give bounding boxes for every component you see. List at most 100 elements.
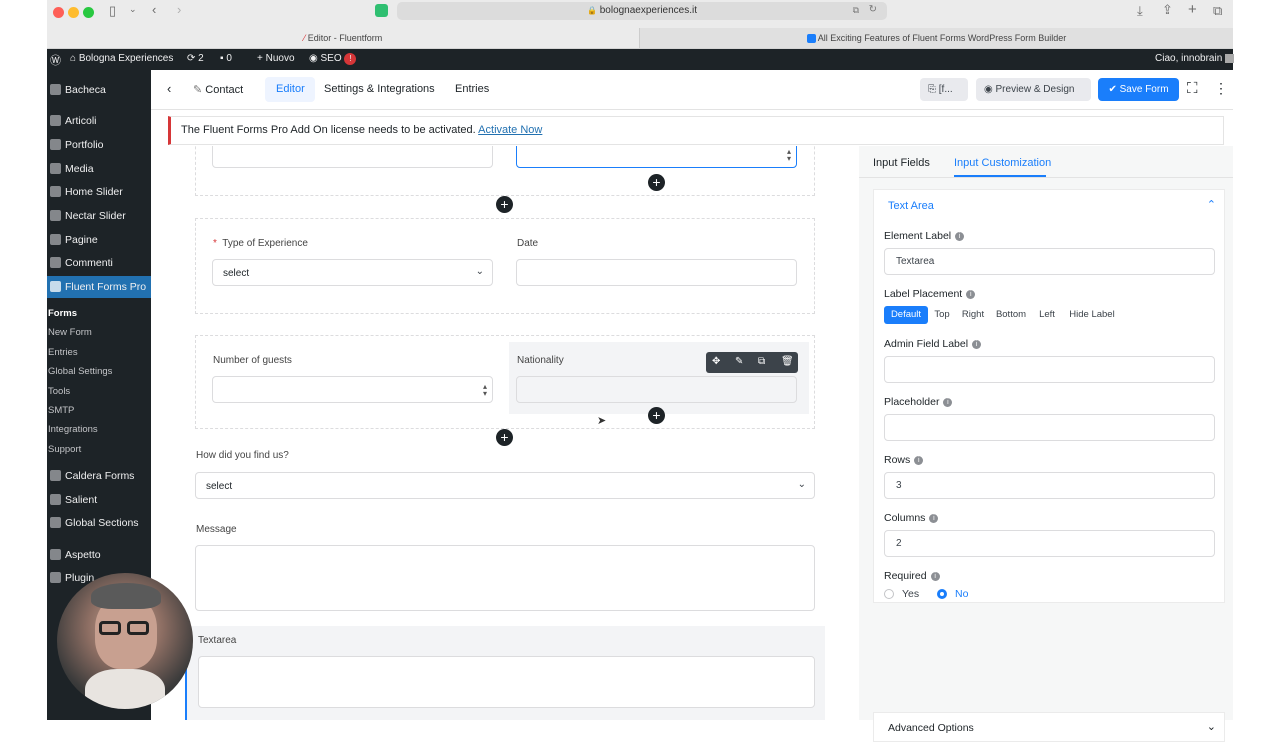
- field-label-guests: Number of guests: [213, 355, 292, 366]
- sidebar-item-pagine[interactable]: Pagine: [47, 229, 151, 251]
- placement-top[interactable]: Top: [930, 306, 954, 324]
- number-input[interactable]: ▴ ▾: [516, 146, 797, 168]
- placement-bottom[interactable]: Bottom: [992, 306, 1030, 324]
- back-icon[interactable]: ‹: [152, 2, 156, 17]
- nationality-input[interactable]: [516, 376, 797, 403]
- date-input[interactable]: [516, 259, 797, 286]
- placement-right[interactable]: Right: [958, 306, 988, 324]
- chevron-down-icon: ⌄: [475, 266, 484, 277]
- activate-now-link[interactable]: Activate Now: [478, 124, 542, 136]
- sidebar-item-nectar-slider[interactable]: Nectar Slider: [47, 205, 151, 227]
- pin-icon: [50, 115, 61, 126]
- columns-input[interactable]: 2: [884, 530, 1215, 557]
- save-form-button[interactable]: ✔ Save Form: [1098, 78, 1179, 101]
- forward-icon[interactable]: ›: [177, 2, 181, 17]
- sidebar-item-media[interactable]: Media: [47, 158, 151, 180]
- comments-link[interactable]: ▪ 0: [220, 53, 232, 64]
- rows-label: Rows i: [884, 454, 924, 466]
- chevron-up-icon[interactable]: ⌃: [1207, 198, 1216, 211]
- shortcode-button[interactable]: ⎘ [f...: [920, 78, 968, 101]
- edit-icon[interactable]: ✎: [735, 356, 743, 367]
- form-name[interactable]: ✎ Contact: [193, 83, 243, 96]
- sidebar-item-commenti[interactable]: Commenti: [47, 252, 151, 274]
- more-options-icon[interactable]: ⋮: [1214, 80, 1228, 97]
- tab-input-fields[interactable]: Input Fields: [873, 157, 930, 169]
- tab-overview-icon[interactable]: ⧉: [1213, 3, 1222, 19]
- submenu-smtp[interactable]: SMTP: [48, 405, 74, 416]
- rows-input[interactable]: 3: [884, 472, 1215, 499]
- close-window-button[interactable]: [53, 7, 64, 18]
- reload-icon[interactable]: ↻: [869, 4, 877, 15]
- trash-icon[interactable]: 🗑: [781, 356, 794, 367]
- placement-hide-label[interactable]: Hide Label: [1064, 306, 1120, 324]
- seo-link[interactable]: ◉ SEO !: [309, 53, 357, 65]
- new-content-link[interactable]: + Nuovo: [257, 53, 295, 64]
- tab-entries[interactable]: Entries: [455, 83, 489, 95]
- updates-link[interactable]: ⟳ 2: [187, 53, 204, 64]
- add-row-button[interactable]: +: [496, 196, 513, 213]
- translate-icon[interactable]: ⧉: [853, 5, 859, 16]
- add-row-button[interactable]: +: [496, 429, 513, 446]
- download-icon[interactable]: ⤓: [1137, 3, 1143, 19]
- submenu-new-form[interactable]: New Form: [48, 327, 92, 338]
- sidebar-item-portfolio[interactable]: Portfolio: [47, 134, 151, 156]
- sidebar-item-articoli[interactable]: Articoli: [47, 110, 151, 132]
- submenu-support[interactable]: Support: [48, 444, 81, 455]
- chevron-down-icon[interactable]: ⌄: [129, 4, 137, 15]
- wordpress-logo-icon[interactable]: Ⓦ: [50, 52, 61, 68]
- add-field-button[interactable]: +: [648, 407, 665, 424]
- preview-design-button[interactable]: ◉ Preview & Design: [976, 78, 1091, 101]
- message-textarea[interactable]: [195, 545, 815, 611]
- type-select[interactable]: select ⌄: [212, 259, 493, 286]
- required-yes-label: Yes: [902, 588, 920, 600]
- comments-count: 0: [226, 53, 232, 64]
- account-link[interactable]: Ciao, innobrain: [1155, 53, 1235, 64]
- add-field-button[interactable]: +: [648, 174, 665, 191]
- submenu-forms[interactable]: Forms: [48, 308, 77, 319]
- required-no-radio[interactable]: [937, 589, 947, 599]
- admin-field-label-label: Admin Field Label i: [884, 338, 982, 350]
- sidebar-toggle-icon[interactable]: ▯: [109, 3, 116, 19]
- minimize-window-button[interactable]: [68, 7, 79, 18]
- extension-icon[interactable]: [375, 4, 388, 17]
- back-arrow-icon[interactable]: ‹: [167, 81, 171, 96]
- tab-features[interactable]: All Exciting Features of Fluent Forms Wo…: [639, 28, 1233, 48]
- placement-default[interactable]: Default: [884, 306, 928, 324]
- tab-editor[interactable]: ⁄ Editor - Fluentform: [47, 28, 639, 48]
- sidebar-item-fluent-forms[interactable]: Fluent Forms Pro: [47, 276, 151, 298]
- submenu-tools[interactable]: Tools: [48, 386, 70, 397]
- new-tab-icon[interactable]: +: [1188, 1, 1197, 18]
- text-input[interactable]: [212, 146, 493, 168]
- tab-input-customization[interactable]: Input Customization: [954, 157, 1051, 169]
- submenu-integrations[interactable]: Integrations: [48, 424, 98, 435]
- tab-settings-integrations[interactable]: Settings & Integrations: [324, 83, 435, 95]
- move-icon[interactable]: ✥: [712, 356, 720, 367]
- fullscreen-icon[interactable]: ⛶: [1187, 80, 1198, 97]
- sidebar-item-bacheca[interactable]: Bacheca: [47, 79, 151, 101]
- seo-icon: ◉: [309, 53, 318, 64]
- guests-input[interactable]: ▴ ▾: [212, 376, 493, 403]
- sidebar-item-home-slider[interactable]: Home Slider: [47, 181, 151, 203]
- textarea-input[interactable]: [198, 656, 815, 708]
- placement-left[interactable]: Left: [1034, 306, 1060, 324]
- sidebar-item-aspetto[interactable]: Aspetto: [47, 544, 151, 566]
- info-icon: i: [929, 513, 939, 523]
- admin-field-label-input[interactable]: [884, 356, 1215, 383]
- find-select[interactable]: select ⌄: [195, 472, 815, 499]
- section-title[interactable]: Text Area: [888, 200, 934, 212]
- share-icon[interactable]: ⇪: [1162, 2, 1173, 18]
- submenu-entries[interactable]: Entries: [48, 347, 78, 358]
- element-label-input[interactable]: Textarea: [884, 248, 1215, 275]
- site-name-link[interactable]: ⌂ Bologna Experiences: [70, 53, 173, 64]
- placeholder-input[interactable]: [884, 414, 1215, 441]
- advanced-options-card[interactable]: Advanced Options ⌄: [873, 712, 1225, 742]
- sidebar-item-salient[interactable]: Salient: [47, 489, 151, 511]
- required-yes-radio[interactable]: [884, 589, 894, 599]
- tab-editor[interactable]: Editor: [276, 83, 305, 95]
- submenu-global-settings[interactable]: Global Settings: [48, 366, 112, 377]
- sidebar-item-caldera-forms[interactable]: Caldera Forms: [47, 465, 151, 487]
- zoom-window-button[interactable]: [83, 7, 94, 18]
- sidebar-item-global-sections[interactable]: Global Sections: [47, 512, 151, 534]
- duplicate-icon[interactable]: ⧉: [758, 356, 765, 367]
- address-bar[interactable]: 🔒 bolognaexperiences.it ⧉ ↻: [397, 2, 887, 20]
